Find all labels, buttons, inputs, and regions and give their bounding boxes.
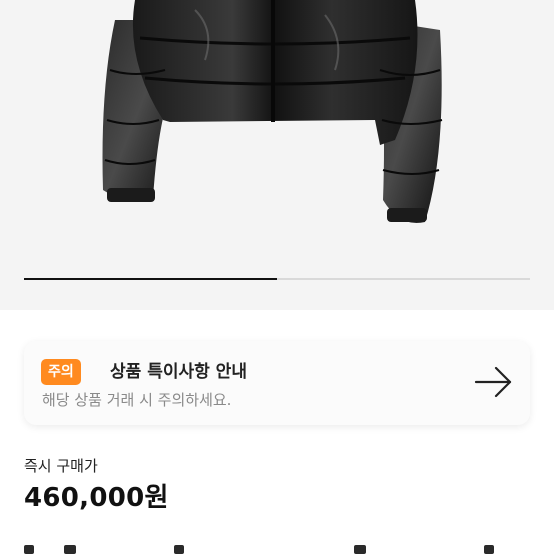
- caution-badge: 주의: [41, 359, 81, 385]
- instant-buy-price-value: 460,000원: [24, 483, 169, 513]
- notice-subtitle: 해당 상품 거래 시 주의하세요.: [42, 391, 232, 409]
- product-notice-card[interactable]: 주의 상품 특이사항 안내 해당 상품 거래 시 주의하세요.: [24, 341, 530, 425]
- carousel-progress-bar: [24, 278, 530, 280]
- puffer-jacket-photo: [102, 0, 443, 224]
- product-image-carousel[interactable]: [0, 0, 554, 310]
- cut-off-content: [24, 545, 530, 554]
- product-detail-page: 주의 상품 특이사항 안내 해당 상품 거래 시 주의하세요. 즉시 구매가 4…: [0, 0, 554, 554]
- carousel-progress-fill: [24, 278, 277, 280]
- arrow-right-icon[interactable]: [474, 365, 514, 399]
- notice-title: 상품 특이사항 안내: [110, 362, 247, 382]
- instant-buy-price-label: 즉시 구매가: [24, 457, 98, 475]
